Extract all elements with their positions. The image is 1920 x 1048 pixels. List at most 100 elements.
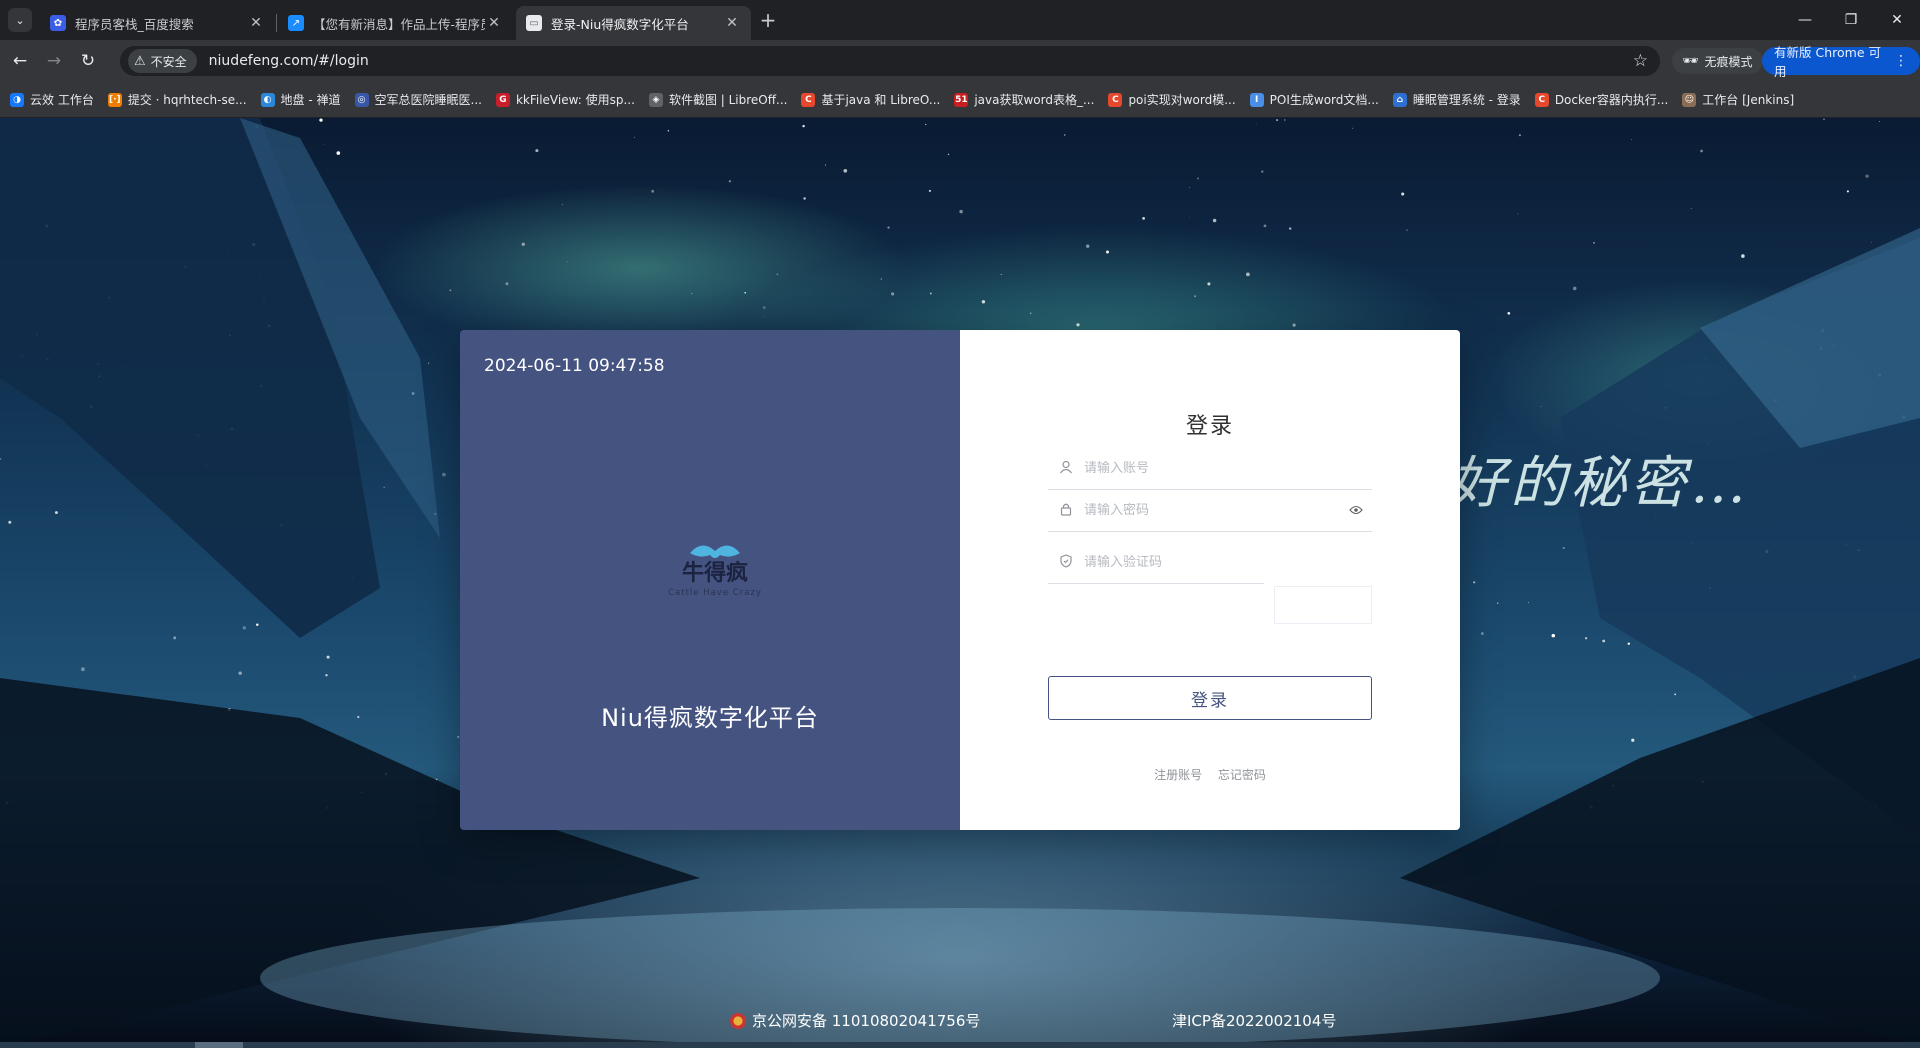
star xyxy=(1142,217,1145,220)
more-menu-icon[interactable]: ⋮ xyxy=(1894,53,1908,69)
star xyxy=(1527,602,1529,604)
bookmark-item[interactable]: ◐ 地盘 - 禅道 xyxy=(260,91,341,108)
star xyxy=(1473,581,1476,584)
password-input[interactable] xyxy=(1084,503,1346,518)
star xyxy=(323,143,325,145)
show-password-eye-icon[interactable] xyxy=(1346,504,1366,518)
bookmark-item[interactable]: ⌂ 睡眠管理系统 - 登录 xyxy=(1392,91,1521,108)
reload-icon[interactable]: ↻ xyxy=(74,47,102,75)
star xyxy=(880,278,882,280)
star xyxy=(1674,693,1677,696)
star xyxy=(1870,241,1872,243)
bookmark-item[interactable]: I POI生成word文档... xyxy=(1249,91,1379,108)
bookmark-label: 提交 · hqrhtech-se... xyxy=(127,93,247,107)
star xyxy=(928,189,931,192)
star xyxy=(1700,149,1703,153)
page-favicon-icon: ▭ xyxy=(526,15,542,31)
bookmark-favicon-icon: ◎ xyxy=(354,92,369,107)
star xyxy=(81,667,85,672)
bookmark-item[interactable]: ☺ 工作台 [Jenkins] xyxy=(1682,91,1794,108)
scrollbar-thumb[interactable] xyxy=(195,1042,243,1048)
platform-name: Niu得疯数字化平台 xyxy=(601,704,819,732)
star xyxy=(1879,121,1881,123)
incognito-indicator[interactable]: 🕶 无痕模式 xyxy=(1672,48,1763,74)
close-window-icon[interactable]: ✕ xyxy=(1874,0,1920,40)
star xyxy=(1602,639,1606,643)
password-field[interactable] xyxy=(1048,490,1372,532)
close-icon[interactable]: ✕ xyxy=(247,15,265,31)
star xyxy=(1106,250,1109,254)
bookmark-item[interactable]: C 基于java 和 LibreO... xyxy=(801,91,940,108)
captcha-input[interactable] xyxy=(1084,555,1264,570)
star xyxy=(981,300,986,304)
star xyxy=(1518,134,1521,137)
star xyxy=(242,626,246,630)
icp-record-link[interactable]: 津ICP备2022002104号 xyxy=(1172,1010,1336,1031)
star xyxy=(776,273,779,276)
close-icon[interactable]: ✕ xyxy=(723,15,741,31)
tab-search-button[interactable]: ⌄ xyxy=(8,8,32,32)
star xyxy=(1480,632,1484,635)
bookmark-label: java获取word表格_... xyxy=(974,93,1095,107)
security-indicator[interactable]: ⚠ 不安全 xyxy=(128,49,197,73)
bookmark-item[interactable]: [·] 提交 · hqrhtech-se... xyxy=(107,91,247,108)
bookmark-item[interactable]: ◑ 云效 工作台 xyxy=(10,91,94,108)
current-datetime: 2024-06-11 09:47:58 xyxy=(484,356,665,376)
back-arrow-icon[interactable]: ← xyxy=(6,47,34,75)
logo-graphic: 牛得疯 Cattle Have Crazy xyxy=(668,545,761,598)
star xyxy=(1406,229,1408,231)
tab-baidu-search[interactable]: ✿ 程序员客栈_百度搜索 ✕ xyxy=(40,6,275,40)
star xyxy=(959,209,963,214)
incognito-label: 无痕模式 xyxy=(1704,54,1753,69)
star xyxy=(1189,217,1190,219)
bookmark-item[interactable]: Cpoi实现对word模... xyxy=(1108,91,1236,108)
bookmark-label: kkFileView: 使用sp... xyxy=(515,93,635,107)
captcha-field[interactable] xyxy=(1048,542,1264,584)
forgot-password-link[interactable]: 忘记密码 xyxy=(1218,768,1266,782)
tab-login-active[interactable]: ▭ 登录-Niu得疯数字化平台 ✕ xyxy=(516,6,751,40)
background-slogan: 好的秘密… xyxy=(1450,451,1750,516)
star xyxy=(1207,282,1211,286)
restore-icon[interactable]: ❐ xyxy=(1828,0,1874,40)
close-icon[interactable]: ✕ xyxy=(485,15,503,31)
minimize-icon[interactable]: — xyxy=(1782,0,1828,40)
bookmark-item[interactable]: ◈ 软件截图 | LibreOff... xyxy=(648,91,787,108)
captcha-image[interactable] xyxy=(1274,586,1372,624)
window-controls: — ❐ ✕ xyxy=(1782,0,1920,40)
star xyxy=(803,197,806,200)
bookmark-item[interactable]: ◎ 空军总医院睡眠医... xyxy=(354,91,482,108)
chrome-update-button[interactable]: 有新版 Chrome 可用 ⋮ xyxy=(1762,45,1920,79)
brand-panel: 2024-06-11 09:47:58 牛得疯 Cattle Have Craz… xyxy=(460,330,960,830)
star xyxy=(925,123,927,126)
address-bar[interactable]: ⚠ 不安全 niudefeng.com/#/login ☆ xyxy=(120,46,1660,76)
bookmark-item[interactable]: GkkFileView: 使用sp... xyxy=(495,91,635,108)
url-text[interactable]: niudefeng.com/#/login xyxy=(209,53,369,69)
browser-toolbar: ← → ↻ ⚠ 不安全 niudefeng.com/#/login ☆ 🕶 无痕… xyxy=(0,40,1920,82)
user-icon xyxy=(1058,460,1074,478)
star xyxy=(1263,224,1267,228)
horizontal-scrollbar[interactable] xyxy=(0,1042,1920,1048)
new-tab-button[interactable]: + xyxy=(756,9,780,33)
star xyxy=(1063,134,1066,136)
account-field[interactable] xyxy=(1048,448,1372,490)
register-link[interactable]: 注册账号 xyxy=(1154,768,1202,782)
login-title: 登录 xyxy=(1185,414,1234,439)
star xyxy=(326,655,330,659)
bookmark-item[interactable]: 51 java获取word表格_... xyxy=(954,91,1094,108)
star xyxy=(1631,738,1635,742)
forward-arrow-icon[interactable]: → xyxy=(40,47,68,75)
police-record[interactable]: 京公网安备 11010802041756号 xyxy=(730,1010,980,1031)
bookmark-item[interactable]: C Docker容器内执行... xyxy=(1534,91,1669,108)
star xyxy=(825,164,826,166)
account-input[interactable] xyxy=(1084,461,1372,476)
bookmark-star-icon[interactable]: ☆ xyxy=(1633,51,1648,71)
tab-upload-works[interactable]: ↗ 【您有新消息】作品上传-程序员 ✕ xyxy=(278,6,513,40)
bookmark-label: Docker容器内执行... xyxy=(1554,93,1669,107)
star xyxy=(1551,633,1556,638)
star xyxy=(1029,312,1032,315)
star xyxy=(1562,546,1565,550)
logo-main-text: 牛得疯 xyxy=(682,560,748,586)
login-button[interactable]: 登录 xyxy=(1048,676,1372,720)
bookmark-label: poi实现对word模... xyxy=(1128,93,1236,107)
star xyxy=(1823,118,1825,121)
